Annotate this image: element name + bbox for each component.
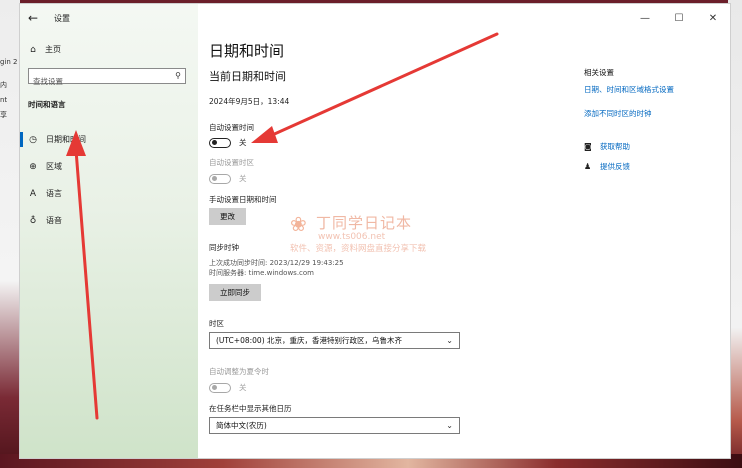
auto-timezone-row: 关 [209,173,247,184]
minimize-button[interactable]: — [628,4,662,32]
arrow-left-icon: ← [28,11,39,25]
calendar-select[interactable]: 简体中文(农历) ⌄ [209,417,460,434]
close-button[interactable]: ✕ [696,4,730,32]
sync-now-button[interactable]: 立即同步 [209,284,261,301]
bg-text-fragment: gin 2 [0,58,18,66]
timezone-value: (UTC+08:00) 北京，重庆，香港特别行政区，乌鲁木齐 [216,336,403,345]
sidebar-item-region[interactable]: ⊕ 区域 [20,153,198,180]
auto-time-label: 自动设置时间 [209,123,254,132]
main-content: — ☐ ✕ 日期和时间 当前日期和时间 2024年9月5日，13:44 自动设置… [198,4,730,458]
microphone-icon: ♁ [29,215,37,226]
app-title: 设置 [54,14,70,23]
desktop-background-right [728,0,742,468]
manual-time-label: 手动设置日期和时间 [209,195,277,204]
page-title: 日期和时间 [209,42,285,60]
related-settings: 相关设置 日期、时间和区域格式设置 添加不同时区的时钟 [584,67,719,132]
dst-label: 自动调整为夏令时 [209,367,269,376]
search-icon[interactable]: ⚲ [175,71,181,80]
sidebar-item-label: 语音 [46,216,62,225]
sidebar-item-label: 主页 [45,45,61,54]
sidebar-item-date-time[interactable]: ◷ 日期和时间 [20,126,198,153]
related-settings-title: 相关设置 [584,68,614,77]
dst-row: 关 [209,382,247,393]
auto-timezone-label: 自动设置时区 [209,158,254,167]
settings-window: ← 设置 ⌂ 主页 ⚲ 时间和语言 ◷ 日期和时间 ⊕ 区域 A 语言 [20,4,730,458]
feedback-person-icon: ♟ [584,162,592,171]
home-icon: ⌂ [30,44,36,55]
titlebar: ← 设置 [20,4,198,34]
auto-time-state: 关 [239,138,247,147]
clock-calendar-icon: ◷ [29,134,37,145]
sidebar-item-label: 日期和时间 [46,135,86,144]
get-help-label: 获取帮助 [600,142,630,151]
calendar-value: 简体中文(农历) [216,421,267,430]
timezone-select[interactable]: (UTC+08:00) 北京，重庆，香港特别行政区，乌鲁木齐 ⌄ [209,332,460,349]
section-title-current: 当前日期和时间 [209,70,286,83]
back-button[interactable]: ← [28,11,38,25]
change-button[interactable]: 更改 [209,208,246,225]
feedback-link[interactable]: ♟ 提供反馈 [584,161,630,172]
sidebar-item-speech[interactable]: ♁ 语音 [20,207,198,234]
auto-time-toggle[interactable] [209,137,231,148]
chevron-down-icon: ⌄ [446,421,453,430]
bg-text-fragment: nt [0,96,8,104]
sidebar-item-home[interactable]: ⌂ 主页 [28,44,61,55]
time-server-text: 时间服务器: time.windows.com [209,269,315,277]
bg-text-fragment: 享 [0,111,7,119]
calendar-label: 在任务栏中显示其他日历 [209,404,292,413]
dst-toggle[interactable] [209,382,231,393]
auto-time-row: 关 [209,137,247,148]
language-icon: A [29,188,37,199]
search-box[interactable]: ⚲ [28,68,186,88]
auto-timezone-state: 关 [239,174,247,183]
feedback-label: 提供反馈 [600,162,630,171]
sidebar-item-label: 语言 [46,189,62,198]
help-chat-icon: ◙ [584,142,592,151]
sidebar: ← 设置 ⌂ 主页 ⚲ 时间和语言 ◷ 日期和时间 ⊕ 区域 A 语言 [20,4,198,458]
bg-text-fragment: 内 [0,81,7,89]
last-sync-text: 上次成功同步时间: 2023/12/29 19:43:25 [209,259,344,267]
auto-timezone-toggle[interactable] [209,173,231,184]
desktop-background-left: gin 2 内 nt 享 [0,0,20,468]
region-format-link[interactable]: 日期、时间和区域格式设置 [584,84,719,95]
help-section: ◙ 获取帮助 ♟ 提供反馈 [584,141,630,181]
sync-clock-label: 同步时钟 [209,243,239,252]
chevron-down-icon: ⌄ [446,336,453,345]
dst-state: 关 [239,383,247,392]
get-help-link[interactable]: ◙ 获取帮助 [584,141,630,152]
maximize-button[interactable]: ☐ [662,4,696,32]
timezone-label: 时区 [209,319,224,328]
search-input[interactable] [29,75,163,88]
sidebar-nav: ◷ 日期和时间 ⊕ 区域 A 语言 ♁ 语音 [20,126,198,234]
add-clocks-link[interactable]: 添加不同时区的时钟 [584,108,719,119]
region-icon: ⊕ [29,161,37,172]
window-controls: — ☐ ✕ [628,4,730,34]
sidebar-item-language[interactable]: A 语言 [20,180,198,207]
current-datetime: 2024年9月5日，13:44 [209,97,290,106]
sidebar-item-label: 区域 [46,162,62,171]
section-heading: 时间和语言 [28,100,66,109]
